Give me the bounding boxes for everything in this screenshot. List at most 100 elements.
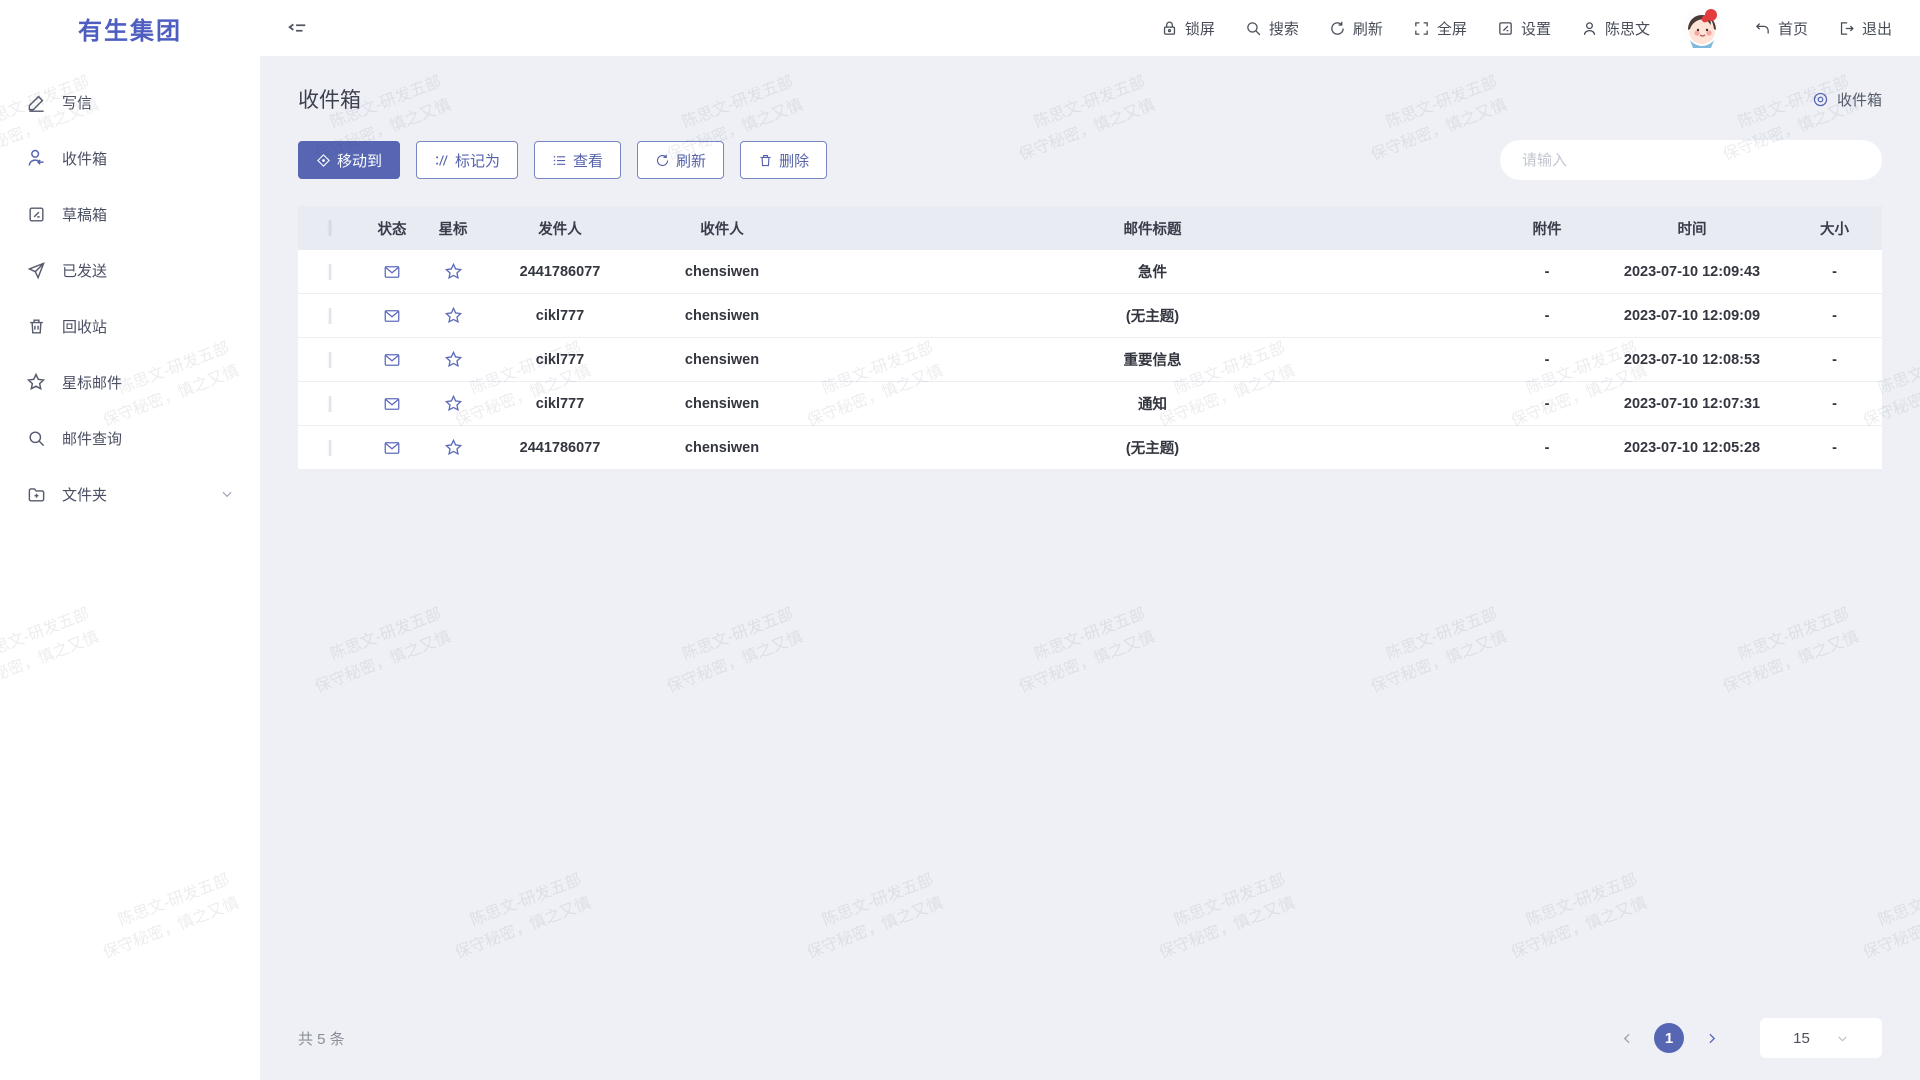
sidebar-item-trash[interactable]: 回收站	[0, 298, 260, 354]
sidebar-item-drafts[interactable]: 草稿箱	[0, 186, 260, 242]
lock-screen-button[interactable]: 锁屏	[1161, 18, 1215, 39]
location-pin-icon	[1812, 91, 1829, 108]
unread-mail-icon[interactable]	[383, 351, 401, 369]
cell-attachment: -	[1497, 352, 1597, 368]
col-subject: 邮件标题	[808, 218, 1497, 239]
search-button[interactable]: 搜索	[1245, 18, 1299, 39]
cell-size: -	[1787, 352, 1882, 368]
list-view-icon	[552, 153, 567, 168]
home-back-icon	[1754, 20, 1771, 37]
star-toggle-icon[interactable]	[444, 262, 463, 281]
cell-recipient: chensiwen	[636, 440, 808, 456]
cell-attachment: -	[1497, 308, 1597, 324]
sidebar-item-label: 收件箱	[62, 148, 107, 169]
star-toggle-icon[interactable]	[444, 306, 463, 325]
sidebar-item-folders[interactable]: 文件夹	[0, 466, 260, 522]
inbox-icon	[26, 148, 46, 168]
search-icon	[26, 428, 46, 448]
table-row[interactable]: cikl777 chensiwen 通知 - 2023-07-10 12:07:…	[298, 382, 1882, 426]
col-recipient: 收件人	[636, 218, 808, 239]
topbar: 锁屏 搜索 刷新 全屏 设置	[260, 0, 1920, 56]
row-checkbox[interactable]	[329, 396, 331, 412]
page-head: 收件箱 收件箱	[298, 84, 1882, 114]
cell-subject: 重要信息	[808, 349, 1497, 370]
sidebar-item-inbox[interactable]: 收件箱	[0, 130, 260, 186]
drafts-icon	[26, 204, 46, 224]
cell-time: 2023-07-10 12:09:43	[1597, 264, 1787, 280]
sidebar-collapse-icon[interactable]	[286, 17, 308, 39]
select-all-checkbox[interactable]	[329, 220, 331, 236]
unread-mail-icon[interactable]	[383, 307, 401, 325]
view-button[interactable]: 查看	[534, 141, 621, 179]
total-count: 共 5 条	[298, 1028, 345, 1049]
chevron-down-icon	[1836, 1032, 1849, 1045]
page-size-select[interactable]: 15	[1760, 1018, 1882, 1058]
col-sender: 发件人	[484, 218, 636, 239]
trash-icon	[758, 153, 773, 168]
search-input[interactable]	[1500, 140, 1882, 180]
current-page-button[interactable]: 1	[1654, 1023, 1684, 1053]
cell-size: -	[1787, 440, 1882, 456]
unread-mail-icon[interactable]	[383, 263, 401, 281]
cell-time: 2023-07-10 12:08:53	[1597, 352, 1787, 368]
delete-button[interactable]: 删除	[740, 141, 827, 179]
table-row[interactable]: cikl777 chensiwen (无主题) - 2023-07-10 12:…	[298, 294, 1882, 338]
table-row[interactable]: 2441786077 chensiwen 急件 - 2023-07-10 12:…	[298, 250, 1882, 294]
user-icon	[1581, 20, 1598, 37]
row-checkbox[interactable]	[329, 308, 331, 324]
sidebar-item-sent[interactable]: 已发送	[0, 242, 260, 298]
user-avatar[interactable]	[1680, 6, 1724, 50]
sidebar-item-label: 邮件查询	[62, 428, 122, 449]
cell-size: -	[1787, 396, 1882, 412]
sidebar-item-label: 回收站	[62, 316, 107, 337]
cell-sender: cikl777	[484, 352, 636, 368]
sidebar-item-mail-search[interactable]: 邮件查询	[0, 410, 260, 466]
sidebar-item-starred[interactable]: 星标邮件	[0, 354, 260, 410]
page-title: 收件箱	[298, 84, 361, 114]
unread-mail-icon[interactable]	[383, 395, 401, 413]
row-checkbox[interactable]	[329, 352, 331, 368]
mark-as-button[interactable]: 标记为	[416, 141, 518, 179]
cell-subject: (无主题)	[808, 437, 1497, 458]
star-icon	[26, 372, 46, 392]
cell-time: 2023-07-10 12:07:31	[1597, 396, 1787, 412]
move-to-button[interactable]: 移动到	[298, 141, 400, 179]
folder-plus-icon	[26, 484, 46, 504]
cell-size: -	[1787, 264, 1882, 280]
compose-icon	[26, 92, 46, 112]
star-toggle-icon[interactable]	[444, 438, 463, 457]
table-row[interactable]: cikl777 chensiwen 重要信息 - 2023-07-10 12:0…	[298, 338, 1882, 382]
fullscreen-button[interactable]: 全屏	[1413, 18, 1467, 39]
user-menu[interactable]: 陈思文	[1581, 18, 1650, 39]
row-checkbox[interactable]	[329, 264, 331, 280]
sidebar-nav: 写信 收件箱 草稿箱 已发送	[0, 56, 260, 522]
home-button[interactable]: 首页	[1754, 18, 1808, 39]
unread-mail-icon[interactable]	[383, 439, 401, 457]
next-page-button[interactable]	[1698, 1025, 1724, 1051]
star-toggle-icon[interactable]	[444, 394, 463, 413]
cell-recipient: chensiwen	[636, 264, 808, 280]
sidebar-item-compose[interactable]: 写信	[0, 74, 260, 130]
table-row[interactable]: 2441786077 chensiwen (无主题) - 2023-07-10 …	[298, 426, 1882, 470]
col-size: 大小	[1787, 218, 1882, 239]
prev-page-button[interactable]	[1614, 1025, 1640, 1051]
chevron-left-icon	[1621, 1032, 1634, 1045]
sidebar-item-label: 文件夹	[62, 484, 107, 505]
mark-as-icon	[434, 153, 449, 168]
settings-button[interactable]: 设置	[1497, 18, 1551, 39]
app-window: 有生集团 写信 收件箱 草稿箱	[0, 0, 1920, 1080]
refresh-button[interactable]: 刷新	[1329, 18, 1383, 39]
sidebar: 有生集团 写信 收件箱 草稿箱	[0, 0, 260, 1080]
logout-button[interactable]: 退出	[1838, 18, 1892, 39]
table-header: 状态 星标 发件人 收件人 邮件标题 附件 时间 大小	[298, 206, 1882, 250]
toolbar: 移动到 标记为 查看	[298, 140, 1882, 180]
row-checkbox[interactable]	[329, 440, 331, 456]
cell-sender: 2441786077	[484, 264, 636, 280]
sidebar-item-label: 星标邮件	[62, 372, 122, 393]
cell-subject: (无主题)	[808, 305, 1497, 326]
cell-recipient: chensiwen	[636, 396, 808, 412]
refresh-list-button[interactable]: 刷新	[637, 141, 724, 179]
cell-time: 2023-07-10 12:05:28	[1597, 440, 1787, 456]
star-toggle-icon[interactable]	[444, 350, 463, 369]
cell-attachment: -	[1497, 264, 1597, 280]
